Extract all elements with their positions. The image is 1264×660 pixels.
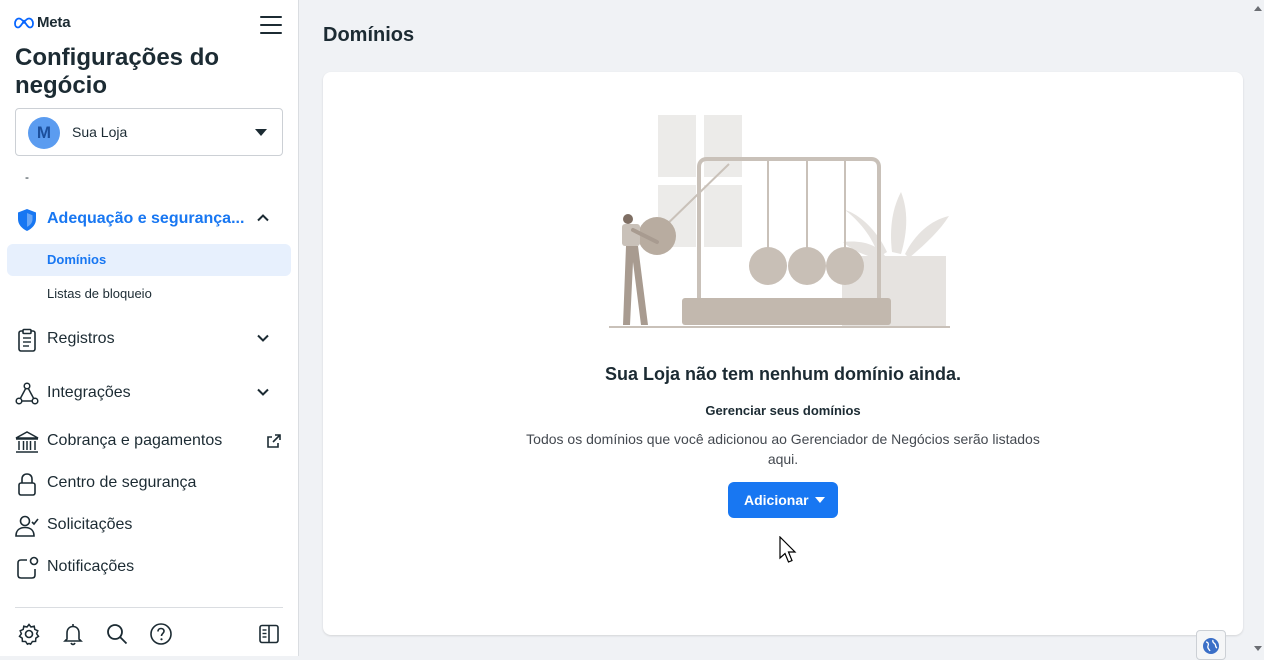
nav-label: Registros bbox=[47, 330, 115, 347]
add-domain-button[interactable]: Adicionar bbox=[728, 482, 838, 518]
shield-icon bbox=[18, 209, 36, 231]
nav-label: Integrações bbox=[47, 384, 131, 401]
sidebar-item-listas-bloqueio[interactable]: Listas de bloqueio bbox=[7, 278, 291, 310]
page-title: Configurações do negócio bbox=[15, 44, 220, 99]
nav-brand-safety[interactable]: Adequação e segurança... bbox=[0, 199, 299, 239]
nav-cobranca-pagamentos[interactable]: Cobrança e pagamentos bbox=[0, 421, 299, 461]
help-icon[interactable] bbox=[149, 622, 173, 646]
chevron-up-icon bbox=[257, 214, 269, 222]
newtons-cradle-illustration bbox=[609, 115, 950, 328]
nav-label: Adequação e segurança... bbox=[47, 210, 245, 227]
integrations-icon bbox=[15, 382, 39, 405]
notification-icon bbox=[17, 556, 39, 579]
empty-state-subtitle: Gerenciar seus domínios bbox=[705, 403, 861, 418]
scroll-up-arrow[interactable] bbox=[1254, 6, 1262, 11]
lock-icon bbox=[18, 473, 36, 496]
empty-state-description: Todos os domínios que você adicionou ao … bbox=[526, 431, 1040, 467]
nav-label: Solicitações bbox=[47, 516, 133, 533]
nav-centro-seguranca[interactable]: Centro de segurança bbox=[0, 463, 299, 503]
settings-icon[interactable] bbox=[17, 622, 41, 646]
sidebar-divider bbox=[15, 607, 283, 608]
caret-down-icon bbox=[255, 129, 267, 136]
chevron-down-icon bbox=[257, 334, 269, 342]
empty-state-title: Sua Loja não tem nenhum domínio ainda. bbox=[604, 364, 962, 384]
sidebar-item-dominios[interactable]: Domínios bbox=[7, 244, 291, 276]
globe-icon bbox=[1203, 638, 1219, 654]
avatar: M bbox=[28, 117, 60, 149]
nav-solicitacoes[interactable]: Solicitações bbox=[0, 505, 299, 545]
person-check-icon bbox=[15, 515, 39, 537]
nav-label: Centro de segurança bbox=[47, 474, 197, 491]
panel-toggle-icon[interactable] bbox=[257, 622, 281, 646]
meta-infinity-icon bbox=[14, 17, 34, 28]
nav-label: Notificações bbox=[47, 558, 135, 575]
nav-label: Cobrança e pagamentos bbox=[47, 432, 223, 449]
separator-dash: - bbox=[25, 170, 29, 184]
search-icon[interactable] bbox=[105, 622, 129, 646]
sidebar: Meta Configurações do negócio M Sua Loja… bbox=[0, 0, 299, 656]
main-title: Domínios bbox=[323, 24, 415, 46]
clipboard-icon bbox=[18, 328, 36, 352]
caret-down-icon bbox=[815, 497, 825, 503]
bell-icon[interactable] bbox=[61, 622, 85, 646]
meta-logo[interactable]: Meta bbox=[14, 14, 71, 31]
scroll-down-arrow[interactable] bbox=[1254, 646, 1262, 651]
mouse-cursor-icon bbox=[779, 536, 797, 563]
bank-icon bbox=[15, 431, 39, 453]
sub-item-label: Listas de bloqueio bbox=[47, 286, 152, 301]
sub-item-label: Domínios bbox=[47, 252, 107, 267]
menu-button[interactable] bbox=[260, 16, 282, 36]
meta-wordmark: Meta bbox=[37, 14, 71, 31]
account-name: Sua Loja bbox=[72, 124, 128, 140]
nav-integracoes[interactable]: Integrações bbox=[0, 373, 299, 413]
account-selector[interactable]: M Sua Loja bbox=[15, 108, 283, 156]
nav-registros[interactable]: Registros bbox=[0, 319, 299, 359]
add-button-label: Adicionar bbox=[744, 492, 809, 508]
nav-notificacoes[interactable]: Notificações bbox=[0, 547, 299, 587]
chevron-down-icon bbox=[257, 388, 269, 396]
external-link-icon bbox=[267, 434, 281, 448]
